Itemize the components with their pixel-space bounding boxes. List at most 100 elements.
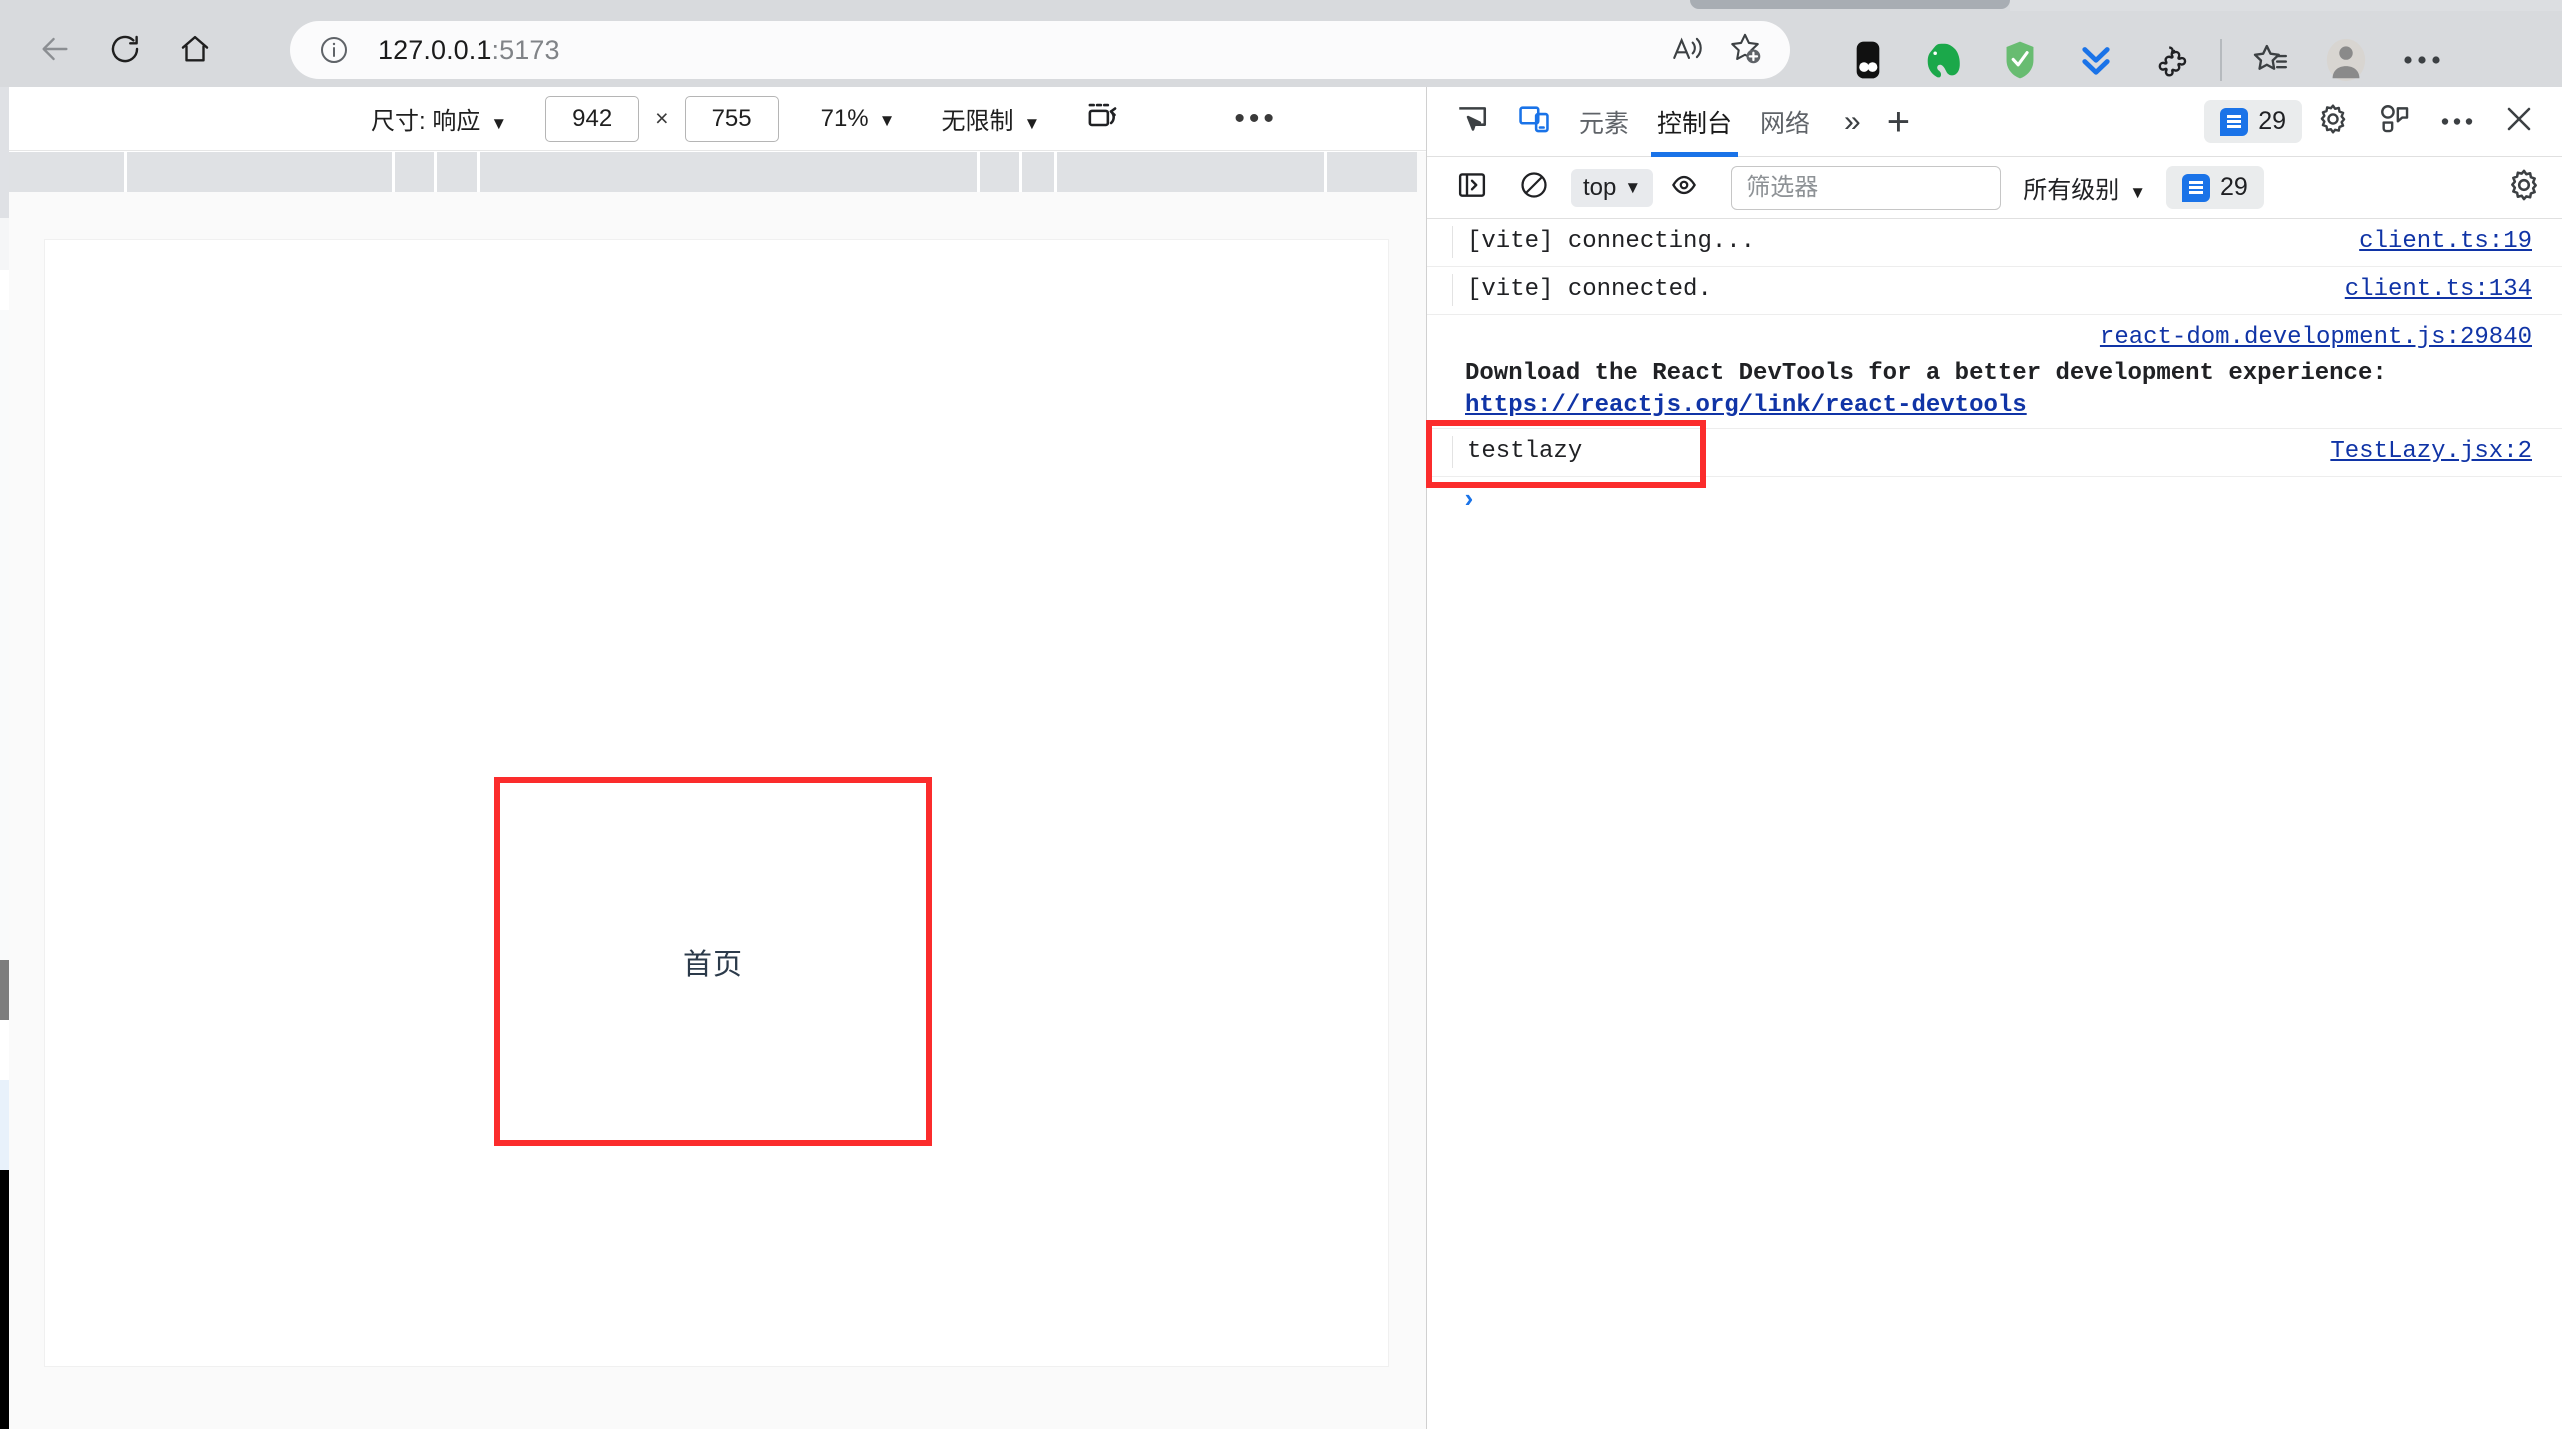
- add-tab-button[interactable]: +: [1887, 102, 1910, 142]
- console-toolbar: top ▼ 所有级别 ▼ 29: [1427, 157, 2562, 219]
- message-bubble-icon: [2182, 173, 2211, 202]
- console-settings-gear-icon: [2506, 167, 2542, 208]
- console-message-list[interactable]: [vite] connecting... client.ts:19 [vite]…: [1427, 219, 2562, 1429]
- console-message-react-devtools[interactable]: react-dom.development.js:29840 Download …: [1427, 315, 2562, 430]
- devtools-tabbar-actions: 29: [2204, 91, 2550, 153]
- console-sidebar-button[interactable]: [1441, 157, 1503, 219]
- tab-elements[interactable]: 元素: [1565, 87, 1643, 157]
- chevron-down-icon: ▼: [1023, 114, 1041, 133]
- address-bar[interactable]: 127.0.0.1:5173: [290, 21, 1790, 79]
- reload-button[interactable]: [90, 14, 160, 84]
- gear-icon: [2316, 102, 2350, 141]
- device-height-input[interactable]: [684, 95, 779, 142]
- console-message-text: Download the React DevTools for a better…: [1465, 359, 2387, 387]
- chevron-down-icon: ▼: [490, 114, 508, 133]
- message-bubble-icon: [2220, 107, 2249, 136]
- ruler-gap: [1417, 152, 1426, 192]
- devtools-more-button[interactable]: [2426, 91, 2488, 153]
- console-filter-input[interactable]: [1731, 165, 2002, 210]
- info-circle-icon[interactable]: [318, 34, 350, 66]
- console-message-source-link[interactable]: client.ts:134: [2345, 274, 2562, 306]
- console-message-source-link[interactable]: react-dom.development.js:29840: [2100, 324, 2532, 351]
- tab-network-label: 网络: [1760, 109, 1811, 138]
- console-prompt-caret: ›: [1461, 484, 1477, 515]
- toggle-device-toolbar-icon: [1517, 102, 1551, 141]
- extension-icon-puzzle[interactable]: [2134, 25, 2210, 95]
- console-message-text: [vite] connecting...: [1467, 228, 1756, 255]
- console-level-dropdown[interactable]: 所有级别 ▼: [2023, 170, 2146, 205]
- inspect-element-button[interactable]: [1441, 91, 1503, 153]
- toggle-device-toolbar-button[interactable]: [1503, 91, 1565, 153]
- shield-check-icon: [2006, 41, 2034, 79]
- device-toolbar-more-button[interactable]: •••: [1234, 102, 1278, 136]
- add-favorite-button[interactable]: [1716, 21, 1774, 79]
- browser-toolbar: 127.0.0.1:5173: [0, 11, 2562, 87]
- message-count-badge[interactable]: 29: [2204, 100, 2302, 143]
- read-aloud-button[interactable]: [1658, 21, 1716, 79]
- extension-icon-download[interactable]: [2058, 25, 2134, 95]
- collections-star-icon: [2253, 44, 2288, 70]
- device-size-dropdown[interactable]: 尺寸: 响应 ▼: [371, 101, 507, 136]
- evernote-elephant-icon: [1927, 43, 1960, 78]
- url-text[interactable]: 127.0.0.1:5173: [378, 35, 1658, 66]
- devtools-panel: 元素 控制台 网络 » + 29 top ▼ 筛选器 所有级别 ▼ 29 [vi…: [1426, 87, 2562, 1429]
- browser-tab-strip-empty: [2010, 0, 2562, 11]
- device-zoom-label: 71%: [820, 104, 869, 132]
- tab-console[interactable]: 控制台: [1643, 87, 1746, 157]
- devtools-tabbar: 元素 控制台 网络 » + 29: [1427, 87, 2562, 157]
- console-settings-button[interactable]: [2506, 167, 2542, 208]
- toolbar-divider: [2220, 39, 2222, 81]
- extension-icon-dark-reader[interactable]: [1830, 25, 1906, 95]
- live-expression-icon: [1669, 170, 1699, 205]
- rotate-device-button[interactable]: [1086, 99, 1122, 138]
- devtools-settings-button[interactable]: [2302, 91, 2364, 153]
- extension-icon-adguard[interactable]: [1982, 25, 2058, 95]
- console-prompt[interactable]: ›: [1427, 477, 2562, 523]
- home-button[interactable]: [160, 14, 230, 84]
- back-button[interactable]: [20, 14, 90, 84]
- puzzle-piece-icon: [2158, 46, 2187, 77]
- clear-console-button[interactable]: [1503, 157, 1565, 219]
- rotate-device-icon: [1086, 99, 1122, 138]
- close-devtools-button[interactable]: [2488, 91, 2550, 153]
- console-message-count-badge[interactable]: 29: [2166, 166, 2264, 209]
- device-ruler[interactable]: [9, 152, 1426, 192]
- console-context-label: top: [1583, 173, 1617, 201]
- annotation-box-page: 首页: [494, 777, 932, 1146]
- double-chevron-right-icon: »: [1844, 104, 1861, 138]
- browser-tab-strip[interactable]: [0, 0, 2562, 11]
- profile-button[interactable]: [2308, 25, 2384, 95]
- add-favorite-star-icon: [1727, 30, 1763, 71]
- console-message-testlazy[interactable]: testlazy TestLazy.jsx:2: [1427, 429, 2562, 477]
- live-expression-button[interactable]: [1653, 157, 1715, 219]
- page-viewport[interactable]: 首页: [45, 240, 1449, 1366]
- console-badge-count-label: 29: [2220, 173, 2248, 201]
- console-message-vite-connecting[interactable]: [vite] connecting... client.ts:19: [1427, 219, 2562, 267]
- react-devtools-link[interactable]: https://reactjs.org/link/react-devtools: [1465, 392, 2027, 419]
- console-message-text: testlazy: [1467, 438, 1583, 466]
- network-throttle-dropdown[interactable]: 无限制 ▼: [941, 101, 1040, 136]
- double-chevron-down-icon: [2082, 47, 2110, 75]
- arrow-left-icon: [38, 32, 72, 66]
- more-tabs-button[interactable]: »: [1844, 105, 1861, 139]
- url-port: :5173: [491, 34, 560, 65]
- customize-devtools-button[interactable]: [2364, 91, 2426, 153]
- inspect-element-icon: [1455, 102, 1489, 141]
- browser-tab[interactable]: [1690, 0, 2010, 9]
- console-message-source-link[interactable]: client.ts:19: [2359, 226, 2562, 258]
- device-zoom-dropdown[interactable]: 71% ▼: [821, 105, 896, 133]
- console-message-vite-connected[interactable]: [vite] connected. client.ts:134: [1427, 267, 2562, 315]
- url-host: 127.0.0.1: [378, 34, 492, 65]
- console-message-source-link[interactable]: TestLazy.jsx:2: [2330, 436, 2562, 468]
- console-context-dropdown[interactable]: top ▼: [1571, 168, 1654, 207]
- browser-settings-button[interactable]: [2384, 25, 2460, 95]
- device-width-input[interactable]: [545, 95, 640, 142]
- message-gutter: [1427, 226, 1453, 258]
- ellipsis-icon: [2441, 113, 2473, 131]
- chevron-down-icon: ▼: [2129, 183, 2147, 202]
- console-sidebar-icon: [1457, 170, 1487, 205]
- tab-network[interactable]: 网络: [1746, 87, 1824, 157]
- extension-icon-evernote[interactable]: [1906, 25, 1982, 95]
- profile-avatar-icon: [2326, 38, 2366, 82]
- collections-button[interactable]: [2232, 25, 2308, 95]
